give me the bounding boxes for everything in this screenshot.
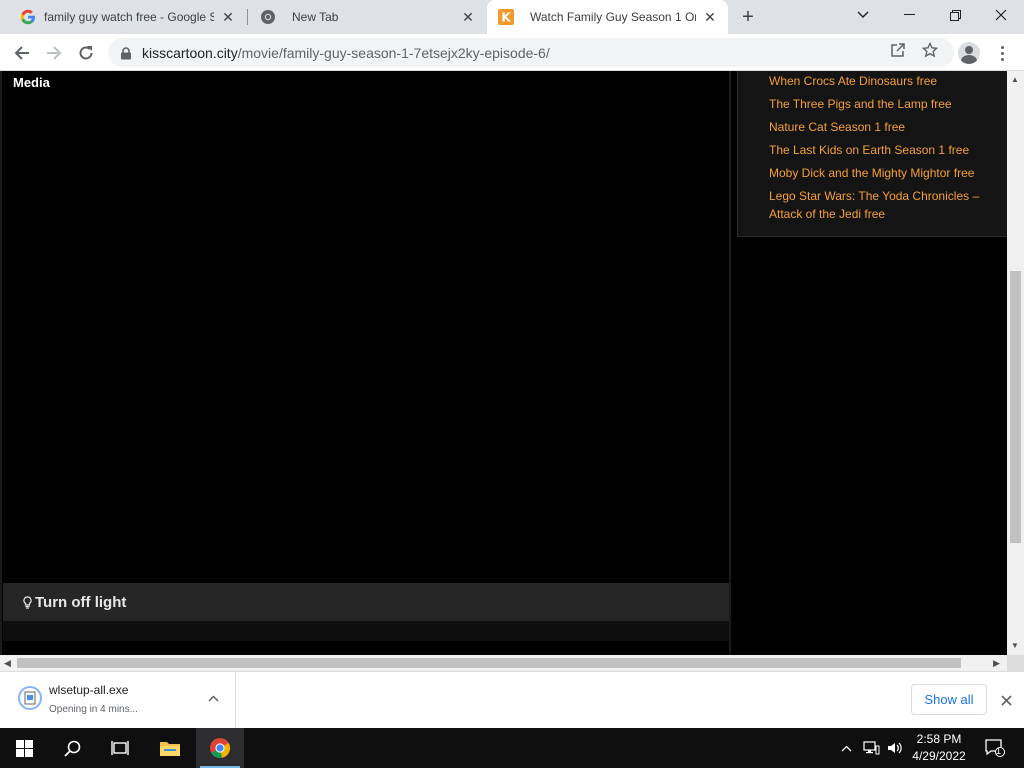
media-label: Media <box>13 75 50 90</box>
close-icon[interactable]: ✕ <box>220 9 236 25</box>
file-download-icon <box>18 686 42 710</box>
turn-off-light-button[interactable]: Turn off light <box>3 583 729 621</box>
related-shows-panel: When Crocs Ate Dinosaurs free The Three … <box>737 71 1008 237</box>
close-window-button[interactable] <box>978 0 1024 30</box>
volume-icon[interactable] <box>884 728 906 768</box>
tab-new-tab[interactable]: New Tab ✕ <box>248 0 486 34</box>
file-explorer-icon[interactable] <box>146 728 194 768</box>
show-hidden-icons-chevron-icon[interactable] <box>836 728 856 768</box>
horizontal-scrollbar[interactable]: ◀ ▶ <box>0 655 1007 671</box>
vertical-scroll-thumb[interactable] <box>1010 271 1021 543</box>
search-icon[interactable] <box>48 728 96 768</box>
bookmark-star-icon[interactable] <box>920 40 940 60</box>
download-item[interactable]: wlsetup-all.exe Opening in 4 mins... <box>0 672 236 728</box>
related-show-link[interactable]: Moby Dick and the Mighty Mightor free <box>769 164 1009 182</box>
more-menu-icon[interactable] <box>992 42 1012 64</box>
notification-count: 1 <box>996 746 1002 756</box>
minimize-button[interactable] <box>886 0 932 30</box>
lock-icon[interactable] <box>120 46 132 59</box>
forward-button[interactable] <box>40 39 68 67</box>
turn-off-light-label: Turn off light <box>35 593 127 611</box>
close-icon[interactable]: ✕ <box>460 9 476 25</box>
browser-toolbar: kisscartoon.city/movie/family-guy-season… <box>0 34 1024 71</box>
scroll-up-arrow-icon[interactable]: ▲ <box>1011 75 1019 84</box>
related-show-link[interactable]: When Crocs Ate Dinosaurs free <box>769 72 1009 90</box>
chrome-taskbar-icon[interactable] <box>196 728 244 768</box>
tab-strip: family guy watch free - Google S ✕ New T… <box>0 0 1024 34</box>
back-button[interactable] <box>8 39 36 67</box>
system-clock[interactable]: 2:58 PM 4/29/2022 <box>905 731 973 765</box>
kisscartoon-k-icon: K <box>498 9 514 25</box>
related-shows-list: When Crocs Ate Dinosaurs free The Three … <box>769 72 1009 228</box>
tab-search-chevron-icon[interactable] <box>840 0 886 30</box>
address-bar[interactable]: kisscartoon.city/movie/family-guy-season… <box>108 38 954 67</box>
clock-time: 2:58 PM <box>916 732 962 746</box>
related-show-link[interactable]: Lego Star Wars: The Yoda Chronicles – At… <box>769 187 1009 223</box>
screen: family guy watch free - Google S ✕ New T… <box>0 0 1024 768</box>
clock-date: 4/29/2022 <box>912 749 966 763</box>
chrome-icon <box>260 9 276 25</box>
download-file-name: wlsetup-all.exe <box>49 683 129 697</box>
related-show-link[interactable]: The Three Pigs and the Lamp free <box>769 95 1009 113</box>
tab-watch-family-guy[interactable]: K Watch Family Guy Season 1 Onli ✕ <box>487 0 728 34</box>
video-player[interactable]: Media <box>0 71 731 655</box>
google-g-icon <box>20 9 36 25</box>
tab-title: New Tab <box>292 10 339 24</box>
svg-text:K: K <box>501 11 511 25</box>
related-show-link[interactable]: The Last Kids on Earth Season 1 free <box>769 141 1009 159</box>
chevron-up-icon[interactable] <box>205 690 221 706</box>
page-content: Media Turn off light When Crocs Ate Dino… <box>0 71 1024 671</box>
close-icon[interactable]: ✕ <box>702 9 718 25</box>
horizontal-scroll-thumb[interactable] <box>17 658 961 668</box>
scroll-right-arrow-icon[interactable]: ▶ <box>993 658 1000 669</box>
task-view-icon[interactable] <box>96 728 144 768</box>
new-tab-button[interactable]: + <box>736 5 760 29</box>
download-shelf: wlsetup-all.exe Opening in 4 mins... Sho… <box>0 671 1024 728</box>
windows-start-icon[interactable] <box>0 728 48 768</box>
tab-google-search[interactable]: family guy watch free - Google S ✕ <box>0 0 246 34</box>
show-all-button[interactable]: Show all <box>911 684 987 715</box>
url-domain: kisscartoon.city <box>142 44 238 61</box>
vertical-scrollbar[interactable]: ▲ ▼ <box>1007 71 1024 655</box>
action-center-icon[interactable]: 1 <box>980 728 1010 768</box>
share-icon[interactable] <box>888 40 908 60</box>
player-bottom-bar <box>3 621 729 641</box>
related-show-link[interactable]: Nature Cat Season 1 free <box>769 118 1009 136</box>
windows-taskbar: 2:58 PM 4/29/2022 1 <box>0 728 1024 768</box>
lightbulb-icon <box>22 595 32 609</box>
download-status: Opening in 4 mins... <box>49 704 138 715</box>
url-text[interactable]: kisscartoon.city/movie/family-guy-season… <box>142 45 550 61</box>
url-path: /movie/family-guy-season-1-7etsejx2ky-ep… <box>237 44 550 61</box>
restore-button[interactable] <box>932 0 978 30</box>
scrollbar-corner <box>1007 655 1024 671</box>
tab-title: family guy watch free - Google S <box>44 10 214 24</box>
profile-avatar-icon[interactable] <box>958 42 980 64</box>
reload-button[interactable] <box>72 39 100 67</box>
network-icon[interactable] <box>860 728 882 768</box>
close-icon[interactable] <box>997 691 1015 709</box>
tab-title: Watch Family Guy Season 1 Onli <box>530 10 696 24</box>
scroll-down-arrow-icon[interactable]: ▼ <box>1011 641 1019 650</box>
scroll-left-arrow-icon[interactable]: ◀ <box>4 658 11 669</box>
